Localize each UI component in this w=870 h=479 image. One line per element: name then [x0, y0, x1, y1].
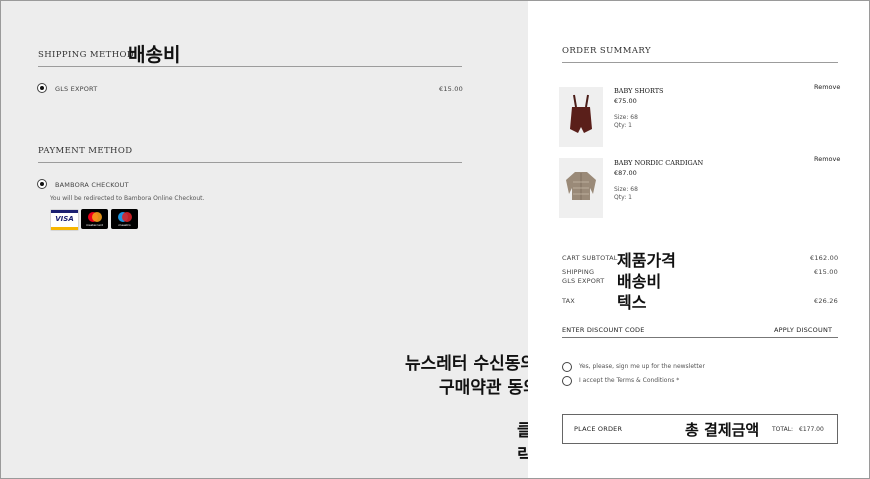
- terms-label: I accept the Terms & Conditions *: [579, 377, 680, 384]
- shipping-option-radio[interactable]: [37, 83, 47, 93]
- shipping-option-price: €15.00: [439, 85, 463, 93]
- item-name: BABY NORDIC CARDIGAN: [614, 159, 704, 167]
- item-size: Size: 68: [614, 114, 638, 121]
- tax-label: TAX: [562, 297, 575, 305]
- place-order-label: PLACE ORDER: [574, 425, 623, 433]
- order-summary-panel: ORDER SUMMARY BABY SHORTS €75.00 Size: 6…: [528, 1, 869, 478]
- discount-underline: [562, 337, 838, 338]
- payment-redirect-note: You will be redirected to Bambora Online…: [50, 195, 205, 202]
- discount-code-input[interactable]: ENTER DISCOUNT CODE: [562, 326, 645, 334]
- baby-shorts-image[interactable]: [559, 87, 603, 147]
- remove-item-button[interactable]: Remove: [814, 155, 840, 163]
- shipping-method-title: SHIPPING METHOD: [38, 50, 135, 60]
- shipping-annotation: 배송비: [128, 44, 181, 66]
- newsletter-checkbox[interactable]: [562, 362, 572, 372]
- payment-method-title: PAYMENT METHOD: [38, 146, 133, 156]
- place-order-button[interactable]: PLACE ORDER 총 결제금액 TOTAL: €177.00: [562, 414, 838, 444]
- item-qty: Qty: 1: [614, 122, 632, 129]
- apply-discount-button[interactable]: APPLY DISCOUNT: [774, 326, 832, 334]
- terms-annotation: 구매약관 동의: [439, 378, 539, 398]
- total-label: TOTAL:: [772, 426, 794, 433]
- cart-subtotal-value: €162.00: [810, 254, 839, 262]
- item-name: BABY SHORTS: [614, 87, 664, 95]
- payment-option-label: BAMBORA CHECKOUT: [55, 181, 129, 189]
- tax-annotation: 텍스: [617, 293, 647, 312]
- checkout-page: SHIPPING METHOD 배송비 GLS EXPORT €15.00 PA…: [0, 0, 870, 479]
- item-size: Size: 68: [614, 186, 638, 193]
- shipping-cost-value: €15.00: [814, 268, 838, 276]
- item-price: €87.00: [614, 169, 637, 177]
- shipping-method-label: GLS EXPORT: [562, 277, 605, 285]
- tax-value: €26.26: [814, 297, 838, 305]
- shipping-divider: [38, 66, 462, 67]
- item-qty: Qty: 1: [614, 194, 632, 201]
- item-price: €75.00: [614, 97, 637, 105]
- terms-checkbox[interactable]: [562, 376, 572, 386]
- checkout-left-panel: SHIPPING METHOD 배송비 GLS EXPORT €15.00 PA…: [1, 1, 539, 478]
- cardigan-icon: [566, 172, 596, 200]
- newsletter-label: Yes, please, sign me up for the newslett…: [579, 363, 705, 370]
- shipping-label: SHIPPING: [562, 268, 595, 276]
- mastercard-icon: mastercard: [81, 209, 108, 229]
- mastercard-label: mastercard: [85, 223, 104, 227]
- maestro-icon: maestro: [111, 209, 138, 229]
- maestro-label: maestro: [118, 223, 131, 227]
- payment-divider: [38, 162, 462, 163]
- baby-cardigan-image[interactable]: [559, 158, 603, 218]
- cart-subtotal-label: CART SUBTOTAL: [562, 254, 618, 262]
- newsletter-annotation: 뉴스레터 수신동의: [405, 354, 537, 374]
- order-summary-title: ORDER SUMMARY: [562, 46, 651, 56]
- total-annotation: 총 결제금액: [685, 421, 760, 439]
- total-value: €177.00: [799, 426, 824, 433]
- payment-option-radio[interactable]: [37, 179, 47, 189]
- visa-card-icon: VISA: [50, 209, 79, 231]
- remove-item-button[interactable]: Remove: [814, 83, 840, 91]
- shipping-option-label: GLS EXPORT: [55, 85, 98, 93]
- summary-divider: [562, 62, 838, 63]
- romper-icon: [570, 94, 592, 133]
- visa-card-label: VISA: [55, 215, 74, 223]
